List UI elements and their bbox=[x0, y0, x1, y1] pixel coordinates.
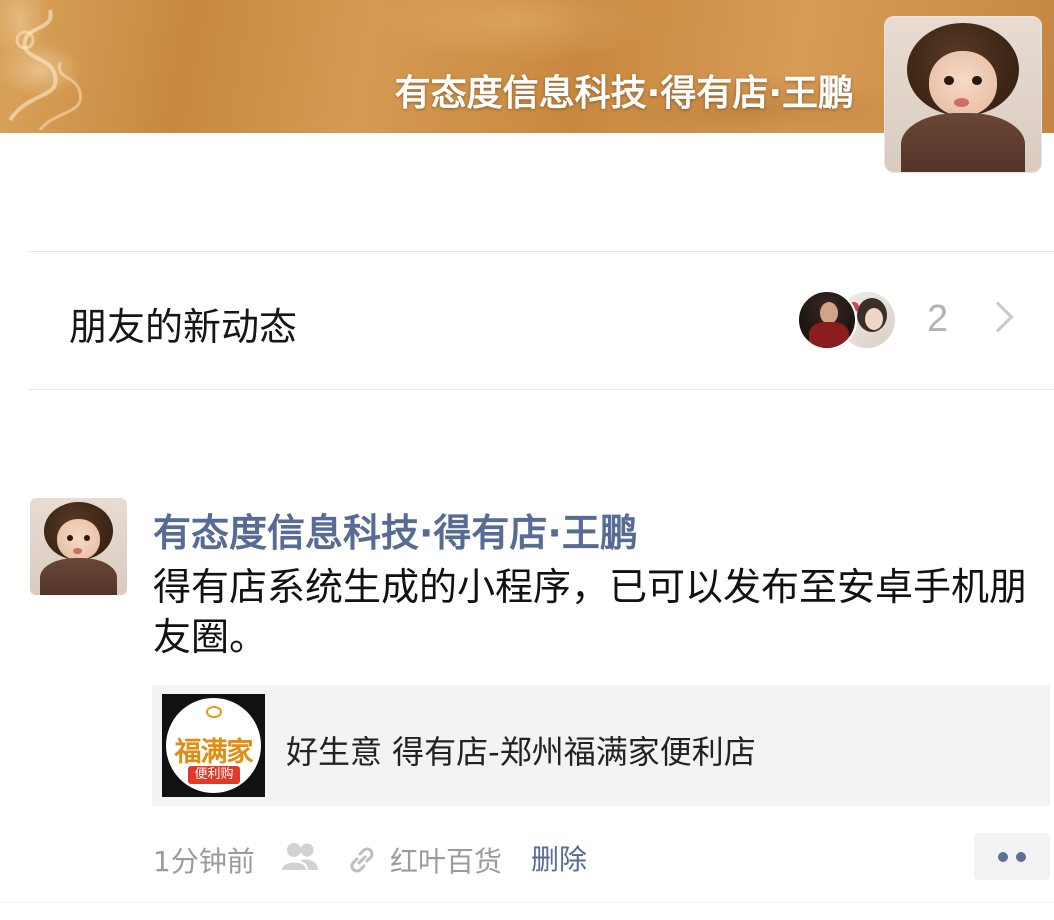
post-author-name[interactable]: 有态度信息科技·得有店·王鹏 bbox=[153, 502, 638, 557]
post-author-avatar[interactable] bbox=[30, 498, 127, 595]
link-icon bbox=[350, 847, 374, 873]
ornament-decoration bbox=[8, 9, 82, 131]
friends-activity-count: 2 bbox=[927, 298, 949, 340]
post-text: 得有店系统生成的小程序，已可以发布至安卓手机朋友圈。 bbox=[153, 565, 1028, 659]
friends-activity-label: 朋友的新动态 bbox=[69, 305, 298, 349]
avatar-eye bbox=[66, 534, 73, 541]
cover-username: 有态度信息科技·得有店·王鹏 bbox=[394, 73, 854, 114]
friend-head bbox=[820, 302, 838, 324]
store-logo-thumbnail: 福满家 便利购 bbox=[162, 694, 265, 797]
delete-button[interactable]: 删除 bbox=[531, 838, 587, 878]
logo-sub-text: 便利购 bbox=[188, 766, 240, 784]
shared-card-title: 好生意 得有店-郑州福满家便利店 bbox=[286, 733, 756, 771]
avatar-eye bbox=[84, 534, 91, 541]
avatar-mouth bbox=[953, 97, 970, 107]
avatar-eye bbox=[944, 75, 954, 86]
profile-avatar[interactable] bbox=[884, 16, 1042, 173]
friend-suit bbox=[809, 322, 849, 348]
friend-avatar bbox=[797, 290, 857, 350]
visibility-friends-icon bbox=[282, 843, 318, 870]
avatar-body bbox=[900, 113, 1026, 172]
friends-activity-row[interactable]: 朋友的新动态 2 bbox=[29, 252, 1054, 389]
more-dot-icon bbox=[1016, 852, 1026, 862]
avatar-body bbox=[39, 558, 118, 595]
divider bbox=[29, 389, 1054, 390]
more-dot-icon bbox=[998, 852, 1008, 862]
post-location[interactable]: 红叶百货 bbox=[390, 840, 502, 880]
avatar-eye bbox=[972, 75, 982, 86]
friend-face bbox=[865, 308, 883, 330]
more-actions-button[interactable] bbox=[974, 833, 1050, 880]
shared-mini-program-card[interactable]: 福满家 便利购 好生意 得有店-郑州福满家便利店 bbox=[152, 685, 1050, 806]
logo-emblem-icon bbox=[206, 706, 222, 718]
divider bbox=[0, 902, 1054, 903]
avatar-face bbox=[57, 519, 100, 561]
post-timestamp: 1分钟前 bbox=[153, 845, 255, 878]
logo-brand-text: 福满家 bbox=[174, 737, 254, 768]
chevron-right-icon bbox=[982, 301, 1014, 333]
